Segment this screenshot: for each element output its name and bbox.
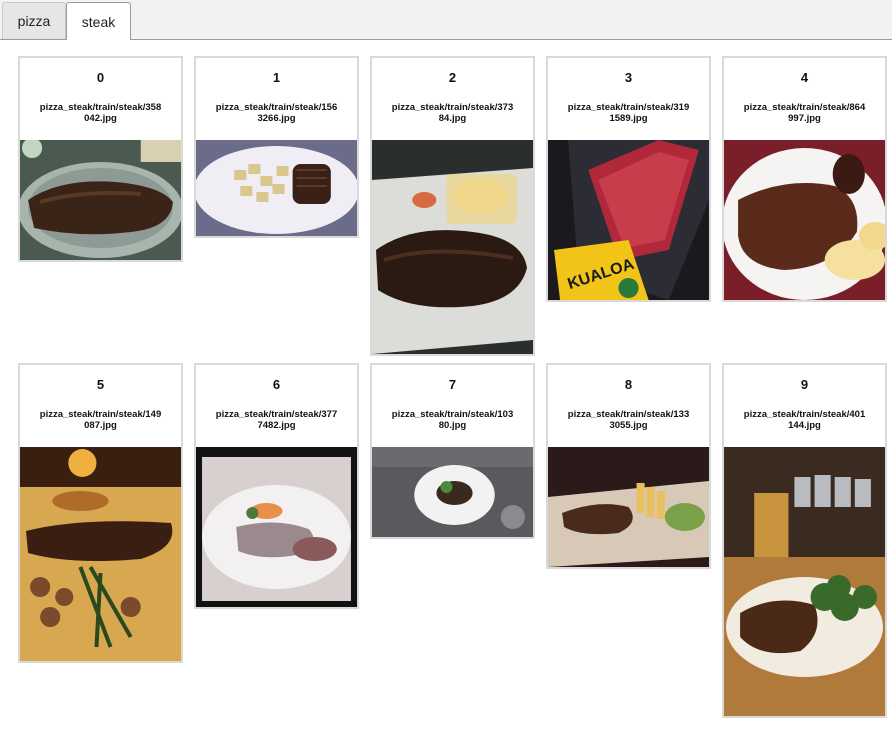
image-index: 2 <box>448 70 457 85</box>
image-filename: pizza_steak/train/steak/103 80.jpg <box>391 409 514 431</box>
image-index: 0 <box>96 70 105 85</box>
steak-photo: KUALOA <box>548 140 709 300</box>
image-card-5: 5 pizza_steak/train/steak/149 087.jpg <box>18 363 183 663</box>
steak-photo <box>196 140 357 236</box>
image-filename: pizza_steak/train/steak/149 087.jpg <box>39 409 162 431</box>
steak-photo <box>548 447 709 567</box>
image-filename: pizza_steak/train/steak/864 997.jpg <box>743 102 866 124</box>
image-card-7: 7 pizza_steak/train/steak/103 80.jpg <box>370 363 535 539</box>
tab-pizza[interactable]: pizza <box>2 2 66 39</box>
steak-photo <box>20 140 181 260</box>
image-index: 7 <box>448 377 457 392</box>
image-filename: pizza_steak/train/steak/358 042.jpg <box>39 102 162 124</box>
image-card-2: 2 pizza_steak/train/steak/373 84.jpg <box>370 56 535 356</box>
image-card-9: 9 pizza_steak/train/steak/401 144.jpg <box>722 363 887 718</box>
image-filename: pizza_steak/train/steak/319 1589.jpg <box>567 102 690 124</box>
steak-photo <box>372 447 533 537</box>
steak-photo <box>372 140 533 354</box>
image-filename: pizza_steak/train/steak/133 3055.jpg <box>567 409 690 431</box>
image-index: 4 <box>800 70 809 85</box>
image-card-6: 6 pizza_steak/train/steak/377 7482.jpg <box>194 363 359 609</box>
tab-bar: pizza steak <box>0 0 892 40</box>
image-filename: pizza_steak/train/steak/156 3266.jpg <box>215 102 338 124</box>
steak-photo <box>196 447 357 607</box>
image-index: 3 <box>624 70 633 85</box>
image-index: 6 <box>272 377 281 392</box>
steak-photo <box>724 140 885 300</box>
image-index: 5 <box>96 377 105 392</box>
image-filename: pizza_steak/train/steak/377 7482.jpg <box>215 409 338 431</box>
steak-photo <box>20 447 181 661</box>
image-card-3: 3 pizza_steak/train/steak/319 1589.jpg KU… <box>546 56 711 302</box>
image-card-1: 1 pizza_steak/train/steak/156 3266.jpg <box>194 56 359 238</box>
image-index: 1 <box>272 70 281 85</box>
image-card-8: 8 pizza_steak/train/steak/133 3055.jpg <box>546 363 711 569</box>
tab-steak[interactable]: steak <box>66 2 131 40</box>
steak-photo <box>724 447 885 716</box>
image-index: 8 <box>624 377 633 392</box>
image-filename: pizza_steak/train/steak/401 144.jpg <box>743 409 866 431</box>
image-filename: pizza_steak/train/steak/373 84.jpg <box>391 102 514 124</box>
image-index: 9 <box>800 377 809 392</box>
image-card-4: 4 pizza_steak/train/steak/864 997.jpg <box>722 56 887 302</box>
image-card-0: 0 pizza_steak/train/steak/358 042.jpg <box>18 56 183 262</box>
